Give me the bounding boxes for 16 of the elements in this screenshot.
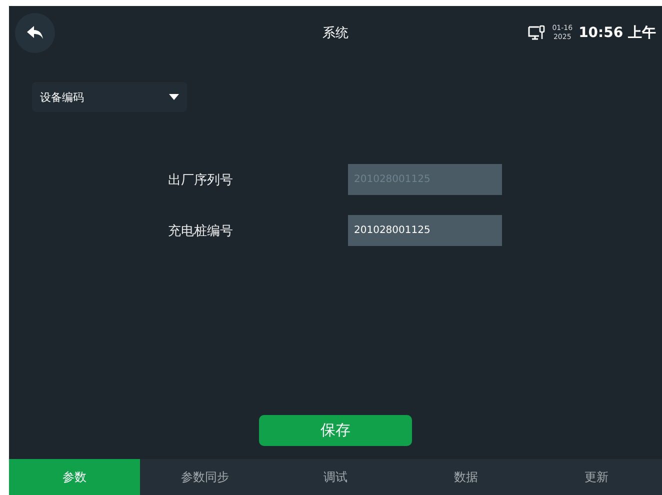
dropdown[interactable]: 设备编码 (32, 82, 187, 112)
tab[interactable]: 更新 (531, 459, 662, 495)
field-label: 出厂序列号 (168, 172, 234, 188)
clock-time: 10:56 上午 (578, 24, 656, 42)
monitor-icon (528, 25, 546, 41)
tab[interactable]: 数据 (400, 459, 532, 495)
input-field[interactable]: 201028001125 (348, 215, 502, 246)
field-label: 充电桩编号 (168, 222, 234, 240)
tab[interactable]: 参数同步 (140, 459, 270, 495)
window-title: 系统 (322, 25, 348, 42)
caret-icon (169, 94, 179, 100)
save-button[interactable]: 保存 (259, 415, 412, 446)
tab[interactable]: 参数 (9, 459, 140, 495)
tab[interactable]: 调试 (270, 459, 401, 495)
back-arrow-icon (27, 26, 43, 40)
back-button[interactable] (15, 13, 55, 53)
